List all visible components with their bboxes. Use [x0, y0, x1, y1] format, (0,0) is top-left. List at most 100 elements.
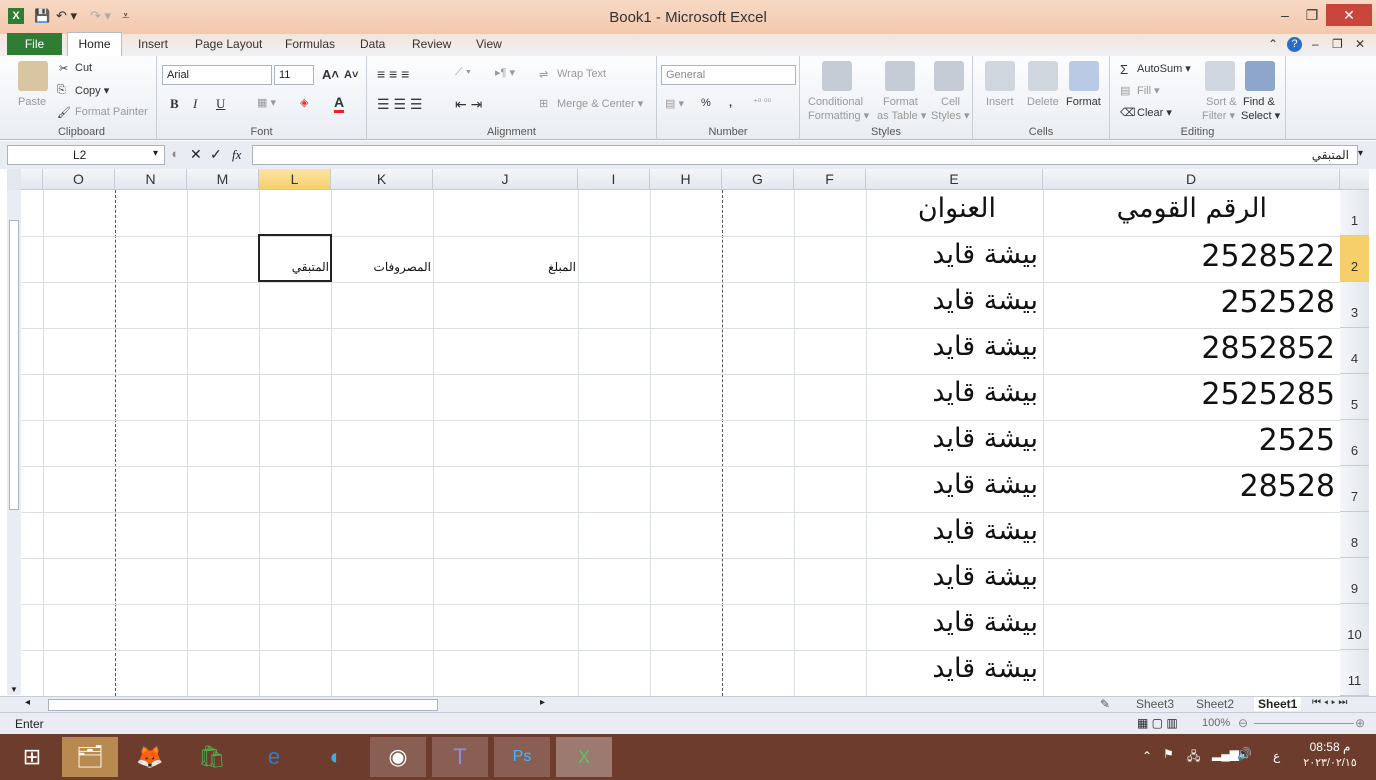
cell-e1[interactable]: العنوان: [866, 193, 996, 224]
clock-date[interactable]: ٢٠٢٣/٠٢/١٥: [1300, 756, 1360, 769]
tab-insert[interactable]: Insert: [138, 37, 168, 51]
align-left-icon[interactable]: ☰ ☰ ☰: [377, 96, 422, 113]
format-painter-button[interactable]: Format Painter: [75, 106, 148, 118]
copy-button[interactable]: Copy ▾: [75, 84, 109, 97]
format-cells-icon[interactable]: [1069, 61, 1099, 91]
teams-icon[interactable]: T: [432, 737, 488, 777]
format-painter-icon[interactable]: 🖌: [57, 106, 71, 119]
cell-d6[interactable]: 2525: [1043, 423, 1335, 458]
scroll-down-icon[interactable]: ▼: [10, 685, 18, 694]
chrome-icon[interactable]: ◉: [370, 737, 426, 777]
name-box[interactable]: L2: [7, 145, 165, 165]
column-header-h[interactable]: H: [650, 169, 722, 190]
vertical-scrollbar[interactable]: ▼: [7, 190, 21, 695]
column-header-n[interactable]: N: [115, 169, 187, 190]
tray-expand-icon[interactable]: ⌃: [1142, 749, 1152, 763]
clear-icon[interactable]: ⌫: [1120, 106, 1136, 119]
close-button[interactable]: ✕: [1326, 4, 1372, 26]
sheet-tab-2[interactable]: Sheet2: [1196, 697, 1234, 711]
insert-sheet-icon[interactable]: ✎: [1100, 697, 1110, 711]
tab-review[interactable]: Review: [412, 37, 451, 51]
cell-styles-label[interactable]: Styles ▾: [931, 109, 970, 122]
row-header-1[interactable]: 1: [1340, 190, 1369, 236]
cut-icon[interactable]: ✂: [59, 62, 68, 75]
format-as-label[interactable]: Format: [883, 96, 918, 108]
input-language[interactable]: ع: [1273, 749, 1280, 763]
photoshop-icon[interactable]: Ps: [494, 737, 550, 777]
formula-bar-expand-icon[interactable]: ◖: [170, 146, 178, 161]
row-header-7[interactable]: 7: [1340, 466, 1369, 512]
cell-e9[interactable]: بيشة قايد: [866, 561, 1038, 592]
cell-e4[interactable]: بيشة قايد: [866, 331, 1038, 362]
wrap-text-button[interactable]: Wrap Text: [557, 68, 606, 80]
wb-restore-icon[interactable]: ❐: [1332, 37, 1343, 51]
cancel-entry-icon[interactable]: ✕: [190, 146, 202, 163]
cell-e2[interactable]: بيشة قايد: [866, 239, 1038, 270]
help-icon[interactable]: ?: [1287, 37, 1302, 52]
internet-explorer-icon[interactable]: e: [246, 737, 302, 777]
autosum-icon[interactable]: Σ: [1120, 62, 1128, 77]
tab-file[interactable]: File: [7, 33, 62, 55]
align-top-icon[interactable]: ≡ ≡ ≡: [377, 66, 409, 82]
tab-page-layout[interactable]: Page Layout: [195, 37, 262, 51]
currency-icon[interactable]: ▤ ▾: [665, 97, 684, 110]
cell-d5[interactable]: 2525285: [1043, 377, 1335, 412]
decimal-icon[interactable]: ⁺⁰ ⁰⁰: [753, 97, 771, 108]
indent-icon[interactable]: ⇤ ⇥: [455, 96, 482, 113]
minimize-button[interactable]: –: [1270, 4, 1300, 26]
sort-filter-icon[interactable]: [1205, 61, 1235, 91]
cell-d1[interactable]: الرقم القومي: [1043, 193, 1267, 224]
zoom-slider[interactable]: [1254, 723, 1354, 724]
delete-cells-icon[interactable]: [1028, 61, 1058, 91]
column-header-k[interactable]: K: [331, 169, 433, 190]
zoom-level[interactable]: 100%: [1202, 717, 1230, 729]
number-format-combo[interactable]: General: [661, 65, 796, 85]
horizontal-scroll-thumb[interactable]: [48, 699, 438, 711]
orientation-icon[interactable]: ⟋ ▾: [455, 66, 471, 79]
select-label[interactable]: Select ▾: [1241, 109, 1280, 122]
minimize-ribbon-icon[interactable]: ⌃: [1268, 37, 1278, 51]
cell-d7[interactable]: 28528: [1043, 469, 1335, 504]
find-select-icon[interactable]: [1245, 61, 1275, 91]
paste-icon[interactable]: [18, 61, 48, 91]
sort-label[interactable]: Sort &: [1206, 96, 1237, 108]
row-header-10[interactable]: 10: [1340, 604, 1369, 650]
fill-button[interactable]: Fill ▾: [1137, 84, 1160, 97]
cell-d2[interactable]: 2528522: [1043, 239, 1335, 274]
volume-icon[interactable]: 🔊: [1237, 747, 1252, 761]
row-header-9[interactable]: 9: [1340, 558, 1369, 604]
column-header-g[interactable]: G: [722, 169, 794, 190]
italic-button[interactable]: I: [193, 96, 197, 112]
excel-taskbar-icon[interactable]: X: [556, 737, 612, 777]
vertical-scroll-thumb[interactable]: [9, 220, 19, 510]
delete-cells-button[interactable]: Delete: [1027, 96, 1059, 108]
wb-minimize-icon[interactable]: –: [1312, 37, 1319, 51]
row-header-11[interactable]: 11: [1340, 650, 1369, 696]
fill-color-icon[interactable]: ◈: [300, 96, 308, 109]
view-mode-icons[interactable]: ▦ ▢ ▥: [1137, 716, 1178, 730]
cell-k2[interactable]: المصروفات: [331, 260, 431, 274]
cell-e8[interactable]: بيشة قايد: [866, 515, 1038, 546]
windows-start-icon[interactable]: ⊞: [4, 737, 60, 777]
find-label[interactable]: Find &: [1243, 96, 1275, 108]
text-direction-icon[interactable]: ▸¶ ▾: [495, 66, 515, 79]
merge-center-button[interactable]: Merge & Center ▾: [557, 97, 643, 110]
cell-j2[interactable]: المبلغ: [433, 260, 576, 274]
shrink-font-icon[interactable]: A˅: [344, 69, 358, 81]
paste-button[interactable]: Paste: [18, 96, 46, 108]
cell-e6[interactable]: بيشة قايد: [866, 423, 1038, 454]
row-header-2[interactable]: 2: [1340, 236, 1369, 282]
font-name-combo[interactable]: Arial: [162, 65, 272, 85]
row-header-4[interactable]: 4: [1340, 328, 1369, 374]
tab-formulas[interactable]: Formulas: [285, 37, 335, 51]
cell-e7[interactable]: بيشة قايد: [866, 469, 1038, 500]
conditional-formatting-icon[interactable]: [822, 61, 852, 91]
row-header-3[interactable]: 3: [1340, 282, 1369, 328]
column-header-e[interactable]: E: [866, 169, 1043, 190]
insert-cells-icon[interactable]: [985, 61, 1015, 91]
cell-label[interactable]: Cell: [941, 96, 960, 108]
cell-e5[interactable]: بيشة قايد: [866, 377, 1038, 408]
cell-e10[interactable]: بيشة قايد: [866, 607, 1038, 638]
column-header-f[interactable]: F: [794, 169, 866, 190]
format-cells-button[interactable]: Format: [1066, 96, 1101, 108]
